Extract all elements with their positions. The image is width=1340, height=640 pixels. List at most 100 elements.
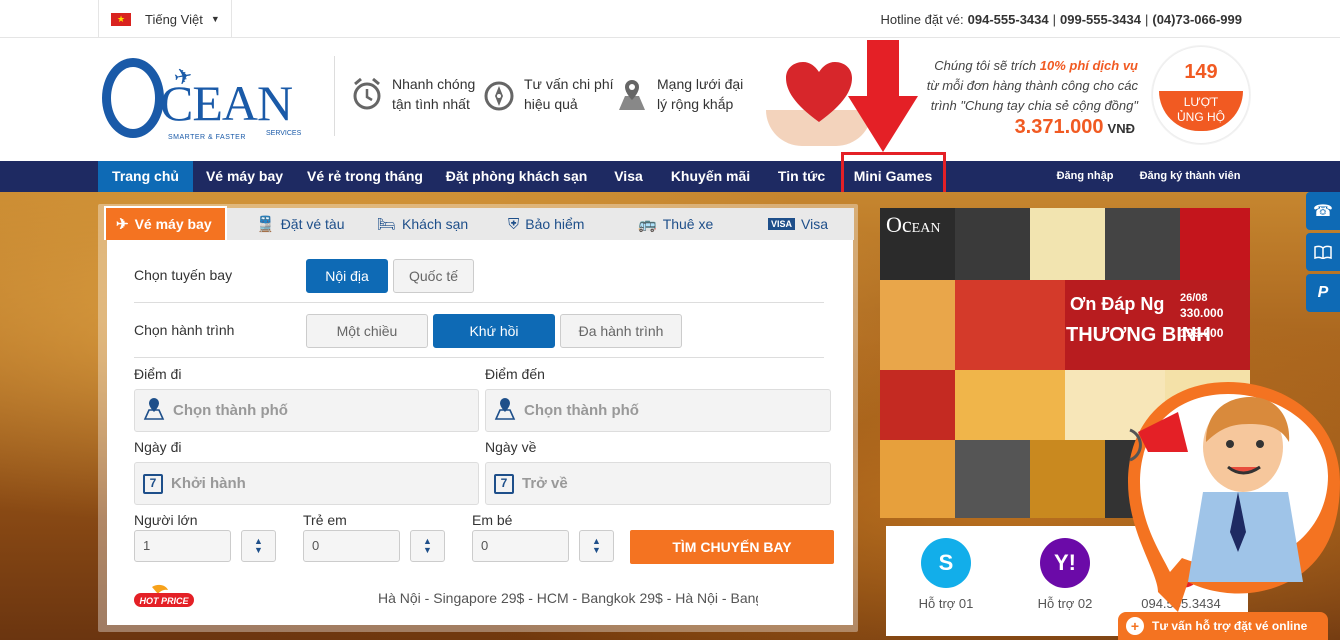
child-stepper[interactable]: ▲ ▼ [410, 530, 445, 562]
logo-text: CEAN [160, 75, 293, 131]
phone-icon[interactable]: ☎ [1306, 192, 1340, 230]
nav-visa[interactable]: Visa [599, 161, 658, 192]
hot-price-text: HOT PRICE [139, 596, 189, 606]
hotline-number-2[interactable]: 099-555-3434 [1060, 12, 1141, 27]
divider [134, 302, 824, 303]
price-ticker[interactable]: Hà Nội - Singapore 29$ - HCM - Bangkok 2… [378, 590, 758, 606]
feature-network-line1: Mạng lưới đại [657, 76, 744, 92]
infant-count-input[interactable]: 0 [472, 530, 569, 562]
charity-amount-value: 3.371.000 [1014, 116, 1104, 138]
adult-count-input[interactable]: 1 [134, 530, 231, 562]
hotline-label: Hotline đặt vé: [880, 11, 964, 27]
arrow-down-icon: ▼ [254, 545, 263, 555]
paypal-icon[interactable]: P [1306, 274, 1340, 312]
banner-date: 26/08 [1180, 292, 1208, 304]
header: ✈ CEAN SMARTER & FASTER SERVICES Nhanh c… [0, 38, 1340, 162]
vietnam-flag-icon [111, 12, 131, 26]
nav-home[interactable]: Trang chủ [98, 161, 193, 192]
return-date-input[interactable]: 7 Trở về [485, 462, 831, 505]
trip-oneway-button[interactable]: Một chiều [306, 314, 428, 348]
top-bar: Tiếng Việt ▼ Hotline đặt vé: 094-555-343… [0, 0, 1340, 38]
logo-services: SERVICES [266, 130, 302, 137]
tab-insurance[interactable]: ⛨ Bảo hiểm [508, 208, 584, 240]
search-tabs: ✈ Vé máy bay 🚆 Đặt vé tàu 🛏 Khách sạn ⛨ Bảo … [104, 206, 854, 240]
infant-label: Em bé [472, 512, 513, 528]
nav-promotions[interactable]: Khuyến mãi [658, 161, 763, 192]
tab-train[interactable]: 🚆 Đặt vé tàu [256, 208, 345, 240]
from-city-input[interactable]: Chọn thành phố [134, 389, 479, 432]
route-international-button[interactable]: Quốc tế [393, 259, 474, 293]
hotline-separator: | [1052, 11, 1057, 27]
tab-flights[interactable]: ✈ Vé máy bay [104, 206, 227, 240]
search-flights-button[interactable]: TÌM CHUYẾN BAY [630, 530, 834, 564]
nav-hotels[interactable]: Đặt phòng khách sạn [434, 161, 599, 192]
banner-price-1: 330.000 [1180, 306, 1224, 320]
charity-block: Chúng tôi sẽ trích 10% phí dịch vụ từ mỗ… [760, 46, 1265, 156]
language-selector[interactable]: Tiếng Việt ▼ [98, 0, 232, 38]
feature-cost: Tư vấn chi phí hiệu quả [482, 74, 614, 114]
adult-label: Người lớn [134, 512, 198, 528]
support-skype[interactable]: S Hỗ trợ 01 [891, 526, 1001, 611]
map-pin-icon [615, 74, 649, 114]
feature-fast-line1: Nhanh chóng [392, 76, 476, 92]
banner-logo-rest: EAN [911, 221, 941, 236]
map-pin-icon [143, 396, 165, 425]
trip-roundtrip-button[interactable]: Khứ hồi [433, 314, 555, 348]
from-city-placeholder: Chọn thành phố [173, 402, 288, 419]
book-icon[interactable] [1306, 233, 1340, 271]
from-label: Điểm đi [134, 366, 182, 382]
child-label: Trẻ em [303, 512, 347, 528]
count-label-1: LƯỢT [1183, 95, 1219, 109]
return-date-placeholder: Trở về [522, 475, 568, 492]
nav-cheap-monthly[interactable]: Vé rẻ trong tháng [296, 161, 434, 192]
header-divider [334, 56, 335, 136]
tab-flights-label: Vé máy bay [134, 216, 212, 232]
visa-card-icon: VISA [768, 218, 796, 230]
hotline: Hotline đặt vé: 094-555-3434 | 099-555-3… [881, 0, 1242, 38]
route-label: Chọn tuyến bay [134, 267, 233, 283]
support-counter: 149 LƯỢT ỦNG HỘ [1152, 46, 1250, 144]
arrow-down-icon: ▼ [592, 545, 601, 555]
nav-login[interactable]: Đăng nhập [1050, 161, 1120, 192]
feature-fast-line2: tận tình nhất [392, 96, 470, 112]
plane-icon: ✈ [116, 216, 129, 233]
child-count-input[interactable]: 0 [303, 530, 400, 562]
tab-hotel[interactable]: 🛏 Khách sạn [377, 208, 468, 240]
nav-flights[interactable]: Vé máy bay [193, 161, 296, 192]
to-city-input[interactable]: Chọn thành phố [485, 389, 831, 432]
support-count-label: LƯỢT ỦNG HỘ [1159, 91, 1243, 131]
divider [134, 357, 824, 358]
bus-icon: 🚌 [638, 216, 657, 233]
hot-price-badge: HOT PRICE [134, 584, 194, 607]
tab-hotel-label: Khách sạn [402, 216, 469, 232]
feature-network-line2: lý rộng khắp [657, 96, 734, 112]
online-chat-bar[interactable]: + Tư vấn hỗ trợ đặt vé online [1118, 612, 1328, 640]
tab-visa[interactable]: VISA Visa [768, 208, 828, 240]
hotline-number-3[interactable]: (04)73-066-999 [1152, 12, 1242, 27]
banner-price-2: 199.000 [1180, 326, 1224, 340]
feature-cost-line2: hiệu quả [524, 96, 578, 112]
tab-car-rental-label: Thuê xe [662, 216, 714, 232]
ocean-logo[interactable]: ✈ CEAN SMARTER & FASTER SERVICES [102, 56, 307, 144]
arrow-down-icon: ▼ [423, 545, 432, 555]
count-label-2: ỦNG HỘ [1177, 110, 1225, 124]
route-domestic-button[interactable]: Nội địa [306, 259, 388, 293]
depart-date-label: Ngày đi [134, 439, 182, 455]
main-nav: Trang chủ Vé máy bay Vé rẻ trong tháng Đ… [0, 161, 1340, 192]
shield-icon: ⛨ [508, 215, 520, 233]
map-pin-icon [494, 396, 516, 425]
trip-multicity-button[interactable]: Đa hành trình [560, 314, 682, 348]
nav-news[interactable]: Tin tức [763, 161, 840, 192]
adult-stepper[interactable]: ▲ ▼ [241, 530, 276, 562]
side-contact-bar: ☎ P [1306, 192, 1340, 315]
support-yahoo[interactable]: Y! Hỗ trợ 02 [1010, 526, 1120, 611]
banner-headline: Ơn Đáp Ng [1070, 294, 1165, 314]
depart-date-input[interactable]: 7 Khởi hành [134, 462, 479, 505]
nav-register[interactable]: Đăng ký thành viên [1134, 161, 1246, 192]
language-label: Tiếng Việt [145, 11, 203, 27]
infant-stepper[interactable]: ▲ ▼ [579, 530, 614, 562]
hotline-number-1[interactable]: 094-555-3434 [968, 12, 1049, 27]
tab-car-rental[interactable]: 🚌 Thuê xe [638, 208, 713, 240]
charity-amount: 3.371.000 VNĐ [1015, 116, 1135, 139]
feature-cost-line1: Tư vấn chi phí [524, 76, 614, 92]
